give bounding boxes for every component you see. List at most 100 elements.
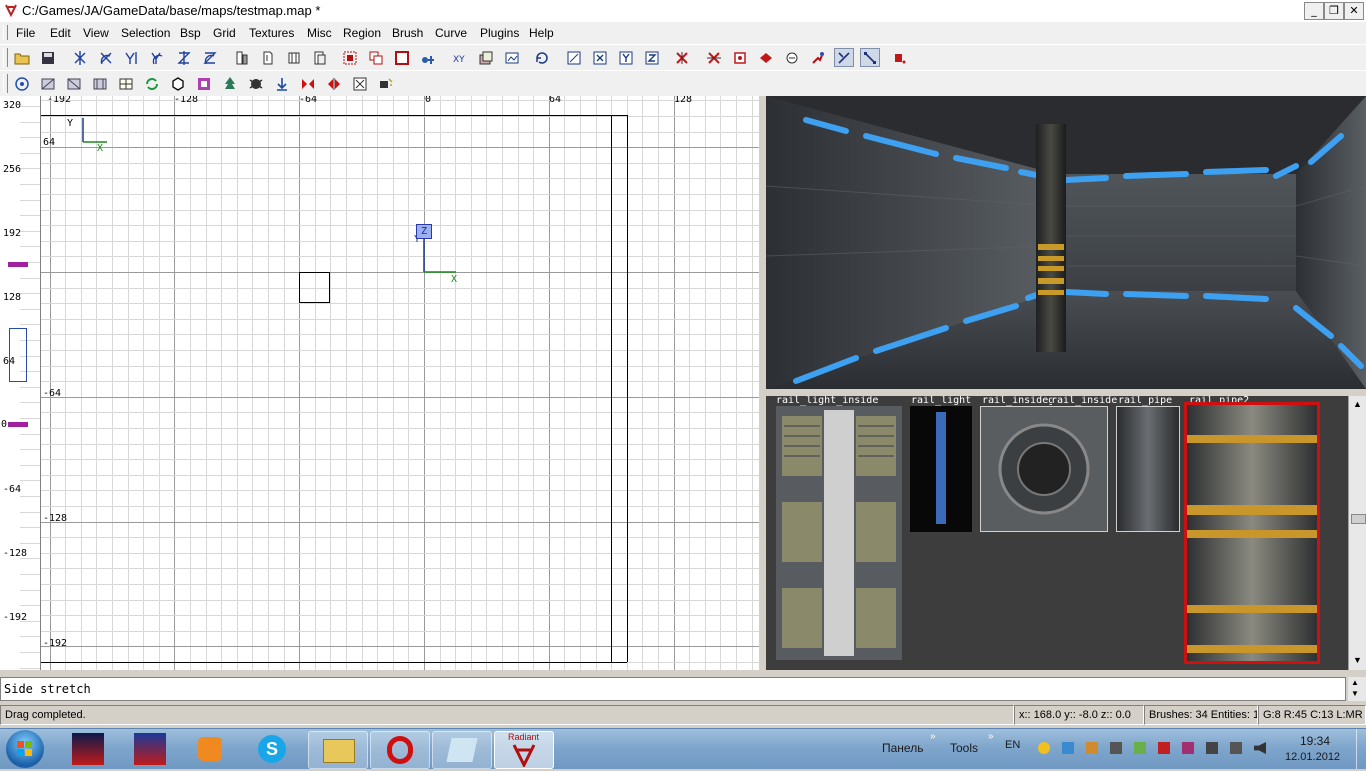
patch-bevel-icon[interactable] [38, 74, 58, 93]
menu-plugins[interactable]: Plugins [480, 26, 519, 40]
view-y-icon[interactable] [616, 48, 636, 67]
menu-bsp[interactable]: Bsp [180, 26, 201, 40]
tray-app-icon[interactable] [1062, 742, 1074, 754]
z-camera-icon[interactable] [9, 328, 27, 382]
open-icon[interactable] [12, 48, 32, 67]
z-view[interactable]: 320 256 192 128 64 -64 -128 -192 0 [0, 96, 41, 670]
menu-curve[interactable]: Curve [435, 26, 467, 40]
z-top-marker[interactable] [8, 262, 28, 267]
csg-tool-icon[interactable] [418, 48, 438, 67]
tray-tools-expand-icon[interactable]: » [988, 731, 994, 742]
radiant-taskbar-button[interactable]: Radiant [494, 731, 554, 769]
light-entity-icon[interactable] [376, 74, 396, 93]
rotate-x-icon[interactable] [96, 48, 116, 67]
menu-selection[interactable]: Selection [121, 26, 170, 40]
tray-usb-icon[interactable] [1206, 742, 1218, 754]
patch-cylinder-icon[interactable] [90, 74, 110, 93]
texture-thumb-rail-insideg[interactable] [980, 406, 1108, 532]
z-axis-handle[interactable]: Z [416, 224, 432, 239]
brush-icon[interactable] [232, 48, 252, 67]
mirror-icon[interactable] [298, 74, 318, 93]
cap-icon[interactable] [168, 74, 188, 93]
mirror-split-icon[interactable] [324, 74, 344, 93]
drag-vertices-icon[interactable] [860, 48, 880, 67]
save-icon[interactable] [38, 48, 58, 67]
camera-render[interactable] [766, 96, 1366, 389]
texture-view-icon[interactable] [502, 48, 522, 67]
select-touching-icon[interactable] [340, 48, 360, 67]
patch-plane-icon[interactable] [12, 74, 32, 93]
tray-language[interactable]: EN [1005, 739, 1020, 751]
camera-view[interactable] [766, 96, 1366, 389]
view-change-icon[interactable] [564, 48, 584, 67]
menu-misc[interactable]: Misc [307, 26, 332, 40]
xy-grid-view[interactable]: -192 -128 -64 0 64 128 64 -64 -128 -192 … [41, 96, 759, 670]
axis-swap-icon[interactable]: XY [450, 48, 470, 67]
flip-x-icon[interactable] [70, 48, 90, 67]
patch-endcap-icon[interactable] [64, 74, 84, 93]
clone-icon[interactable] [310, 48, 330, 67]
console-scrollbar[interactable]: ▲ ▼ [1348, 677, 1366, 701]
camera-icon[interactable] [730, 48, 750, 67]
console-output[interactable]: Side stretch [0, 677, 1346, 701]
tray-tools[interactable]: Tools [950, 741, 978, 755]
tray-clock-time[interactable]: 19:34 [1300, 734, 1330, 748]
close-button[interactable]: ✕ [1344, 2, 1364, 20]
texture-thumb-rail-pipe2-selected[interactable] [1184, 402, 1320, 664]
refresh-icon[interactable] [532, 48, 552, 67]
menu-file[interactable]: File [16, 26, 35, 40]
z-view-canvas[interactable] [0, 96, 40, 670]
texture-lock-icon[interactable] [476, 48, 496, 67]
jedi-academy-icon[interactable] [62, 731, 114, 767]
menu-region[interactable]: Region [343, 26, 381, 40]
tray-panel[interactable]: Панель [882, 741, 923, 755]
redisperse-icon[interactable] [142, 74, 162, 93]
minimize-button[interactable]: _ [1304, 2, 1324, 20]
select-inside-icon[interactable] [366, 48, 386, 67]
tray-network-error-icon[interactable] [1158, 742, 1170, 754]
z-bottom-marker[interactable] [8, 422, 28, 427]
explorer-icon[interactable] [308, 731, 368, 769]
toolbar2-grip[interactable] [3, 74, 8, 93]
scroll-up-arrow-icon[interactable]: ▲ [1351, 399, 1364, 411]
patch-matrix-icon[interactable] [116, 74, 136, 93]
menu-grid[interactable]: Grid [213, 26, 236, 40]
xy-grid-canvas[interactable] [41, 96, 759, 670]
show-desktop-button[interactable] [1356, 729, 1366, 769]
tray-warning-icon[interactable] [1038, 742, 1050, 754]
select-complete-icon[interactable] [392, 48, 412, 67]
lighting-icon[interactable] [782, 48, 802, 67]
jedi-outcast-icon[interactable] [124, 731, 176, 767]
notes-icon[interactable] [432, 731, 492, 769]
toolbar-grip[interactable] [3, 48, 8, 67]
tray-volume-icon[interactable] [1254, 742, 1266, 754]
menu-help[interactable]: Help [529, 26, 554, 40]
shader-icon[interactable] [194, 74, 214, 93]
hide-icon[interactable] [350, 74, 370, 93]
console-scroll-up-icon[interactable]: ▲ [1351, 678, 1359, 687]
texture-scrollbar[interactable]: ▲ ▼ [1348, 396, 1366, 670]
drag-edges-icon[interactable] [834, 48, 854, 67]
scroll-thumb[interactable] [1351, 514, 1366, 524]
menu-textures[interactable]: Textures [249, 26, 294, 40]
opera-icon[interactable] [370, 731, 430, 769]
vertical-splitter[interactable] [759, 96, 766, 670]
start-button-icon[interactable] [6, 730, 44, 768]
console-scroll-down-icon[interactable]: ▼ [1351, 689, 1359, 698]
tray-clock-date[interactable]: 12.01.2012 [1285, 751, 1340, 763]
horizontal-splitter[interactable] [766, 389, 1366, 396]
rotate-z-icon[interactable] [200, 48, 220, 67]
maximize-button[interactable]: ❐ [1324, 2, 1344, 20]
menu-brush[interactable]: Brush [392, 26, 423, 40]
clipper-icon[interactable] [672, 48, 692, 67]
texture-browser[interactable]: rail_light_inside rail_light rail_inside… [766, 396, 1348, 670]
view-z-icon[interactable] [642, 48, 662, 67]
flip-y-icon[interactable] [122, 48, 142, 67]
scale-tool-icon[interactable] [890, 48, 910, 67]
texture-thumb-rail-light-inside[interactable] [776, 406, 902, 660]
cut-icon[interactable] [704, 48, 724, 67]
entity-icon[interactable] [258, 48, 278, 67]
filter-icon[interactable] [808, 48, 828, 67]
tray-app-icon[interactable] [1182, 742, 1194, 754]
tree-model-icon[interactable] [220, 74, 240, 93]
